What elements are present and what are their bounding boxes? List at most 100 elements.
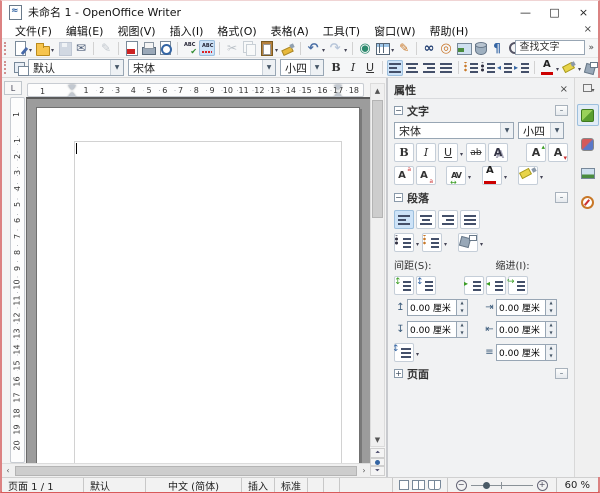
menu-item[interactable]: 格式(O) [210,23,263,39]
sidebar-font-size-combo[interactable]: 小四 ▼ [518,122,564,139]
bullet-list-icon[interactable] [394,233,414,252]
highlighting-dropdown[interactable]: ▾ [540,174,543,181]
zoom-out-icon[interactable]: − [456,480,467,491]
line-spacing-dropdown[interactable]: ▾ [416,351,419,358]
vertical-scrollbar[interactable]: ▲ ▼ [370,83,385,447]
strikethrough-icon[interactable] [466,143,486,162]
menu-item[interactable]: 窗口(W) [367,23,422,39]
chevron-down-icon[interactable]: ▼ [110,60,123,75]
align-justify-icon[interactable] [460,210,480,229]
paragraph-section-header[interactable]: − 段落 – [394,189,568,206]
tab-navigator[interactable] [577,191,599,213]
underline-icon[interactable]: U [362,60,378,76]
tab-styles[interactable] [577,133,599,155]
document-page[interactable] [36,107,360,463]
underline-icon[interactable]: U [438,143,458,162]
auto-spellcheck-icon[interactable] [199,40,215,56]
open-folder-dropdown[interactable]: ▾ [51,47,54,54]
bullet-list-icon[interactable] [480,60,496,76]
single-page-view-icon[interactable] [399,480,409,490]
increase-size-icon[interactable] [526,143,546,162]
navigator-icon[interactable] [438,40,454,56]
new-document-icon[interactable] [12,40,28,56]
indent-decrease-icon[interactable] [486,276,506,295]
open-folder-icon[interactable] [34,40,50,56]
maximize-button[interactable]: □ [540,1,569,23]
align-right-icon[interactable] [421,60,437,76]
scroll-down-icon[interactable]: ▼ [371,433,384,446]
spacing-decrease-icon[interactable] [416,276,436,295]
italic-icon[interactable]: I [345,60,361,76]
shadowed-icon[interactable] [488,143,508,162]
navigation-dot-icon[interactable] [370,458,385,466]
decrease-indent-icon[interactable] [497,60,513,76]
numbered-list-icon[interactable] [422,233,442,252]
gallery-icon[interactable] [455,40,471,56]
menu-item[interactable]: 编辑(E) [59,23,111,39]
redo-dropdown[interactable]: ▾ [344,47,347,54]
page-style-cell[interactable]: 默认 [84,478,146,492]
multi-page-view-icon[interactable] [412,480,425,490]
font-color-dropdown[interactable]: ▾ [504,174,507,181]
find-text-input[interactable] [515,40,585,55]
indent-increase-icon[interactable] [464,276,484,295]
tab-stop-selector[interactable]: L [4,81,22,95]
font-name-combo[interactable]: 宋体 ▼ [128,59,276,76]
sidebar-font-name-combo[interactable]: 宋体 ▼ [394,122,514,139]
text-section-header[interactable]: − 文字 – [394,102,568,119]
font-color-icon[interactable] [539,60,555,76]
vertical-scroll-thumb[interactable] [372,100,383,218]
close-document-icon[interactable]: × [584,24,592,35]
language-cell[interactable]: 中文 (简体) [146,478,242,492]
spacing-above-input[interactable] [407,299,457,316]
horizontal-scrollbar[interactable]: ‹ › [2,463,370,477]
page-preview-icon[interactable] [157,40,173,56]
bold-icon[interactable]: B [394,143,414,162]
subscript-icon[interactable] [416,166,436,185]
chevron-down-icon[interactable]: ▼ [262,60,275,75]
spinner[interactable]: ▲▼ [457,299,468,316]
paragraph-style-combo[interactable]: 默认 ▼ [28,59,124,76]
selection-mode-cell[interactable]: 标准 [275,478,308,492]
table-icon[interactable] [374,40,390,56]
collapse-icon[interactable]: − [394,193,403,202]
spinner[interactable]: ▲▼ [546,299,557,316]
left-indent-marker[interactable] [68,85,77,97]
underline-dropdown[interactable]: ▾ [460,151,463,158]
chevron-down-icon[interactable]: ▼ [500,123,513,138]
align-right-icon[interactable] [438,210,458,229]
styles-window-icon[interactable] [12,60,28,76]
expand-icon[interactable]: + [394,369,403,378]
spinner[interactable]: ▲▼ [457,321,468,338]
align-center-icon[interactable] [404,60,420,76]
bullet-list-dropdown[interactable]: ▾ [416,241,419,248]
horizontal-ruler[interactable]: 1 123456789101112131415161718 [27,83,364,97]
sidebar-settings-icon[interactable] [581,82,595,94]
menu-item[interactable]: 表格(A) [264,23,316,39]
align-left-icon[interactable] [394,210,414,229]
indent-after-input[interactable] [496,321,546,338]
book-view-icon[interactable] [428,480,441,490]
font-color-dropdown[interactable]: ▾ [556,66,559,73]
tab-properties[interactable] [577,104,599,126]
formatting-marks-icon[interactable] [489,40,505,56]
page-section-header[interactable]: + 页面 – [394,365,568,382]
export-pdf-icon[interactable] [123,40,139,56]
numbered-list-icon[interactable] [463,60,479,76]
bold-icon[interactable]: B [328,60,344,76]
menu-item[interactable]: 插入(I) [163,23,211,39]
previous-page-icon[interactable]: ⏶ [370,448,385,458]
paste-icon[interactable] [258,40,274,56]
data-sources-icon[interactable] [472,40,488,56]
insert-mode-cell[interactable]: 插入 [242,478,275,492]
table-dropdown[interactable]: ▾ [391,47,394,54]
indent-before-input[interactable] [496,299,546,316]
minimize-button[interactable]: — [511,1,540,23]
decrease-size-icon[interactable] [548,143,568,162]
zoom-slider-thumb[interactable] [483,482,490,489]
background-color-icon[interactable] [583,60,599,76]
toolbar-overflow-icon[interactable]: » [588,43,594,53]
align-center-icon[interactable] [416,210,436,229]
sidebar-close-icon[interactable]: × [560,84,568,95]
more-options-icon[interactable]: – [555,368,568,379]
